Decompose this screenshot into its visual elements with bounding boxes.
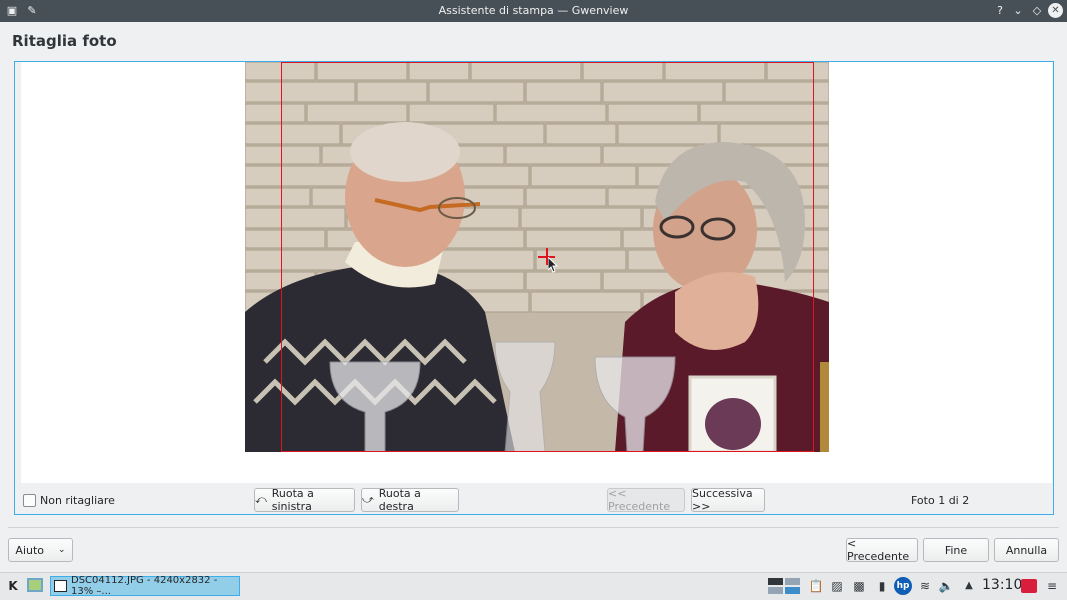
rotate-right-button[interactable]: ⤻ Ruota a destra	[361, 487, 459, 513]
rotate-left-label: Ruota a sinistra	[271, 487, 314, 513]
cancel-button[interactable]: Annulla	[994, 538, 1059, 562]
finish-button[interactable]: Fine	[923, 538, 989, 562]
hp-printer-icon[interactable]: hp	[894, 577, 912, 595]
kde-menu-icon[interactable]: K	[5, 578, 21, 594]
calendar-icon[interactable]	[1021, 579, 1037, 593]
mouse-cursor-icon	[548, 257, 559, 273]
rotate-left-icon: ⤺	[255, 493, 267, 506]
divider	[8, 527, 1059, 528]
usb-device-icon[interactable]: ▮	[874, 578, 890, 594]
image-viewer-icon[interactable]: ▨	[829, 578, 845, 594]
wifi-icon[interactable]: ≋	[917, 578, 933, 594]
tray-expand-icon[interactable]: ▲	[961, 578, 977, 594]
close-icon[interactable]: ✕	[1048, 3, 1063, 18]
taskbar-task-gwenview[interactable]: DSC04112.JPG - 4240x2832 - 13% –...	[50, 575, 240, 597]
minimize-icon[interactable]: ⌄	[1010, 3, 1026, 19]
rotate-right-icon: ⤻	[362, 493, 374, 506]
help-label: Aiuto	[15, 543, 45, 557]
clock[interactable]: 13:10	[982, 577, 1022, 593]
no-crop-checkbox[interactable]	[23, 494, 36, 507]
window-titlebar: ▣ ✎ Assistente di stampa — Gwenview ? ⌄ …	[0, 0, 1067, 22]
monitor-icon[interactable]: ▩	[851, 578, 867, 594]
help-button[interactable]: Aiuto ⌄	[8, 538, 73, 562]
task-label: DSC04112.JPG - 4240x2832 - 13% –...	[71, 575, 218, 597]
page-title: Ritaglia foto	[12, 32, 117, 50]
window-title: Assistente di stampa — Gwenview	[438, 4, 629, 17]
workspace-switcher-icon[interactable]	[768, 578, 800, 594]
back-button[interactable]: < Precedente	[846, 537, 918, 563]
no-crop-label: Non ritagliare	[40, 494, 115, 507]
previous-photo-button[interactable]: << Precedente	[607, 487, 685, 513]
desktop-pager-icon[interactable]	[27, 578, 43, 594]
rotate-left-button[interactable]: ⤺ Ruota a sinistra	[254, 487, 355, 513]
chevron-down-icon: ⌄	[58, 545, 66, 555]
photo-counter: Foto 1 di 2	[911, 494, 970, 507]
clipboard-icon[interactable]: 📋	[808, 578, 824, 594]
rotate-right-label: Ruota a destra	[378, 487, 421, 513]
maximize-icon[interactable]: ◇	[1029, 3, 1045, 19]
panel-menu-icon[interactable]: ≡	[1044, 578, 1060, 594]
gwenview-icon	[54, 580, 67, 592]
next-photo-button[interactable]: Successiva >>	[691, 487, 765, 513]
volume-icon[interactable]: 🔈	[938, 578, 954, 594]
help-icon[interactable]: ?	[992, 3, 1008, 19]
